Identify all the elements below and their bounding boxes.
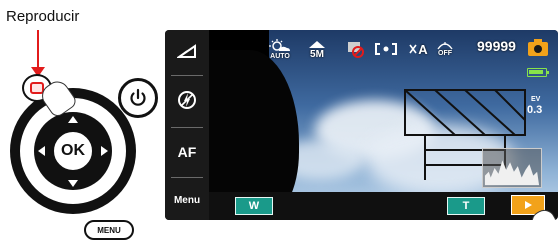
white-balance-indicator: AUTO (267, 36, 293, 62)
self-timer-label: OFF (438, 50, 452, 57)
screen-menu-button[interactable]: Menu (165, 180, 209, 220)
playback-screen-icon (525, 201, 532, 209)
metering-icon (375, 43, 397, 55)
white-balance-icon (269, 38, 290, 51)
flash-mode-button[interactable] (165, 80, 209, 120)
histogram-icon (482, 148, 542, 188)
zoom-wide-button[interactable]: W (235, 197, 273, 215)
dpad-right-icon[interactable] (101, 146, 108, 156)
white-balance-label: AUTO (270, 52, 290, 60)
iso-indicator: A (407, 36, 429, 62)
callout-arrow-line (37, 30, 39, 69)
ev-label: EV (531, 96, 541, 103)
resolution-icon (309, 40, 325, 48)
ok-button[interactable]: OK (52, 130, 94, 172)
self-timer-indicator: OFF (433, 36, 457, 62)
resolution-indicator: 5M (305, 36, 329, 62)
stabilization-off-icon (348, 42, 364, 58)
dpad-up-icon[interactable] (68, 116, 78, 123)
autofocus-button[interactable]: AF (165, 132, 209, 172)
scene-mode-icon (177, 44, 196, 58)
camera-mode-icon (528, 39, 548, 56)
sidebar-divider (171, 177, 203, 178)
dpad-down-icon[interactable] (68, 180, 78, 187)
dpad-left-icon[interactable] (38, 146, 45, 156)
power-icon (130, 88, 146, 106)
stabilization-indicator (343, 36, 367, 62)
battery-icon (527, 68, 547, 77)
camera-lcd-screen: AF Menu AUTO 5M A OFF 99999 EV 0.3 W T (165, 30, 558, 220)
timer-icon (437, 42, 453, 50)
iso-icon (409, 44, 417, 54)
ev-value: 0.3 (527, 104, 543, 116)
sidebar-divider (171, 75, 203, 76)
iso-label: A (418, 41, 428, 57)
zoom-tele-button[interactable]: T (447, 197, 485, 215)
sidebar-divider (171, 127, 203, 128)
power-button[interactable] (118, 78, 158, 118)
battery-tip (547, 71, 549, 74)
menu-button[interactable]: MENU (84, 220, 134, 240)
resolution-label: 5M (310, 48, 324, 60)
scene-mode-button[interactable] (165, 32, 209, 72)
shots-remaining: 99999 (477, 38, 516, 54)
flash-off-icon (178, 91, 196, 109)
playback-callout-label: Reproducir (6, 8, 80, 25)
metering-indicator (373, 36, 399, 62)
